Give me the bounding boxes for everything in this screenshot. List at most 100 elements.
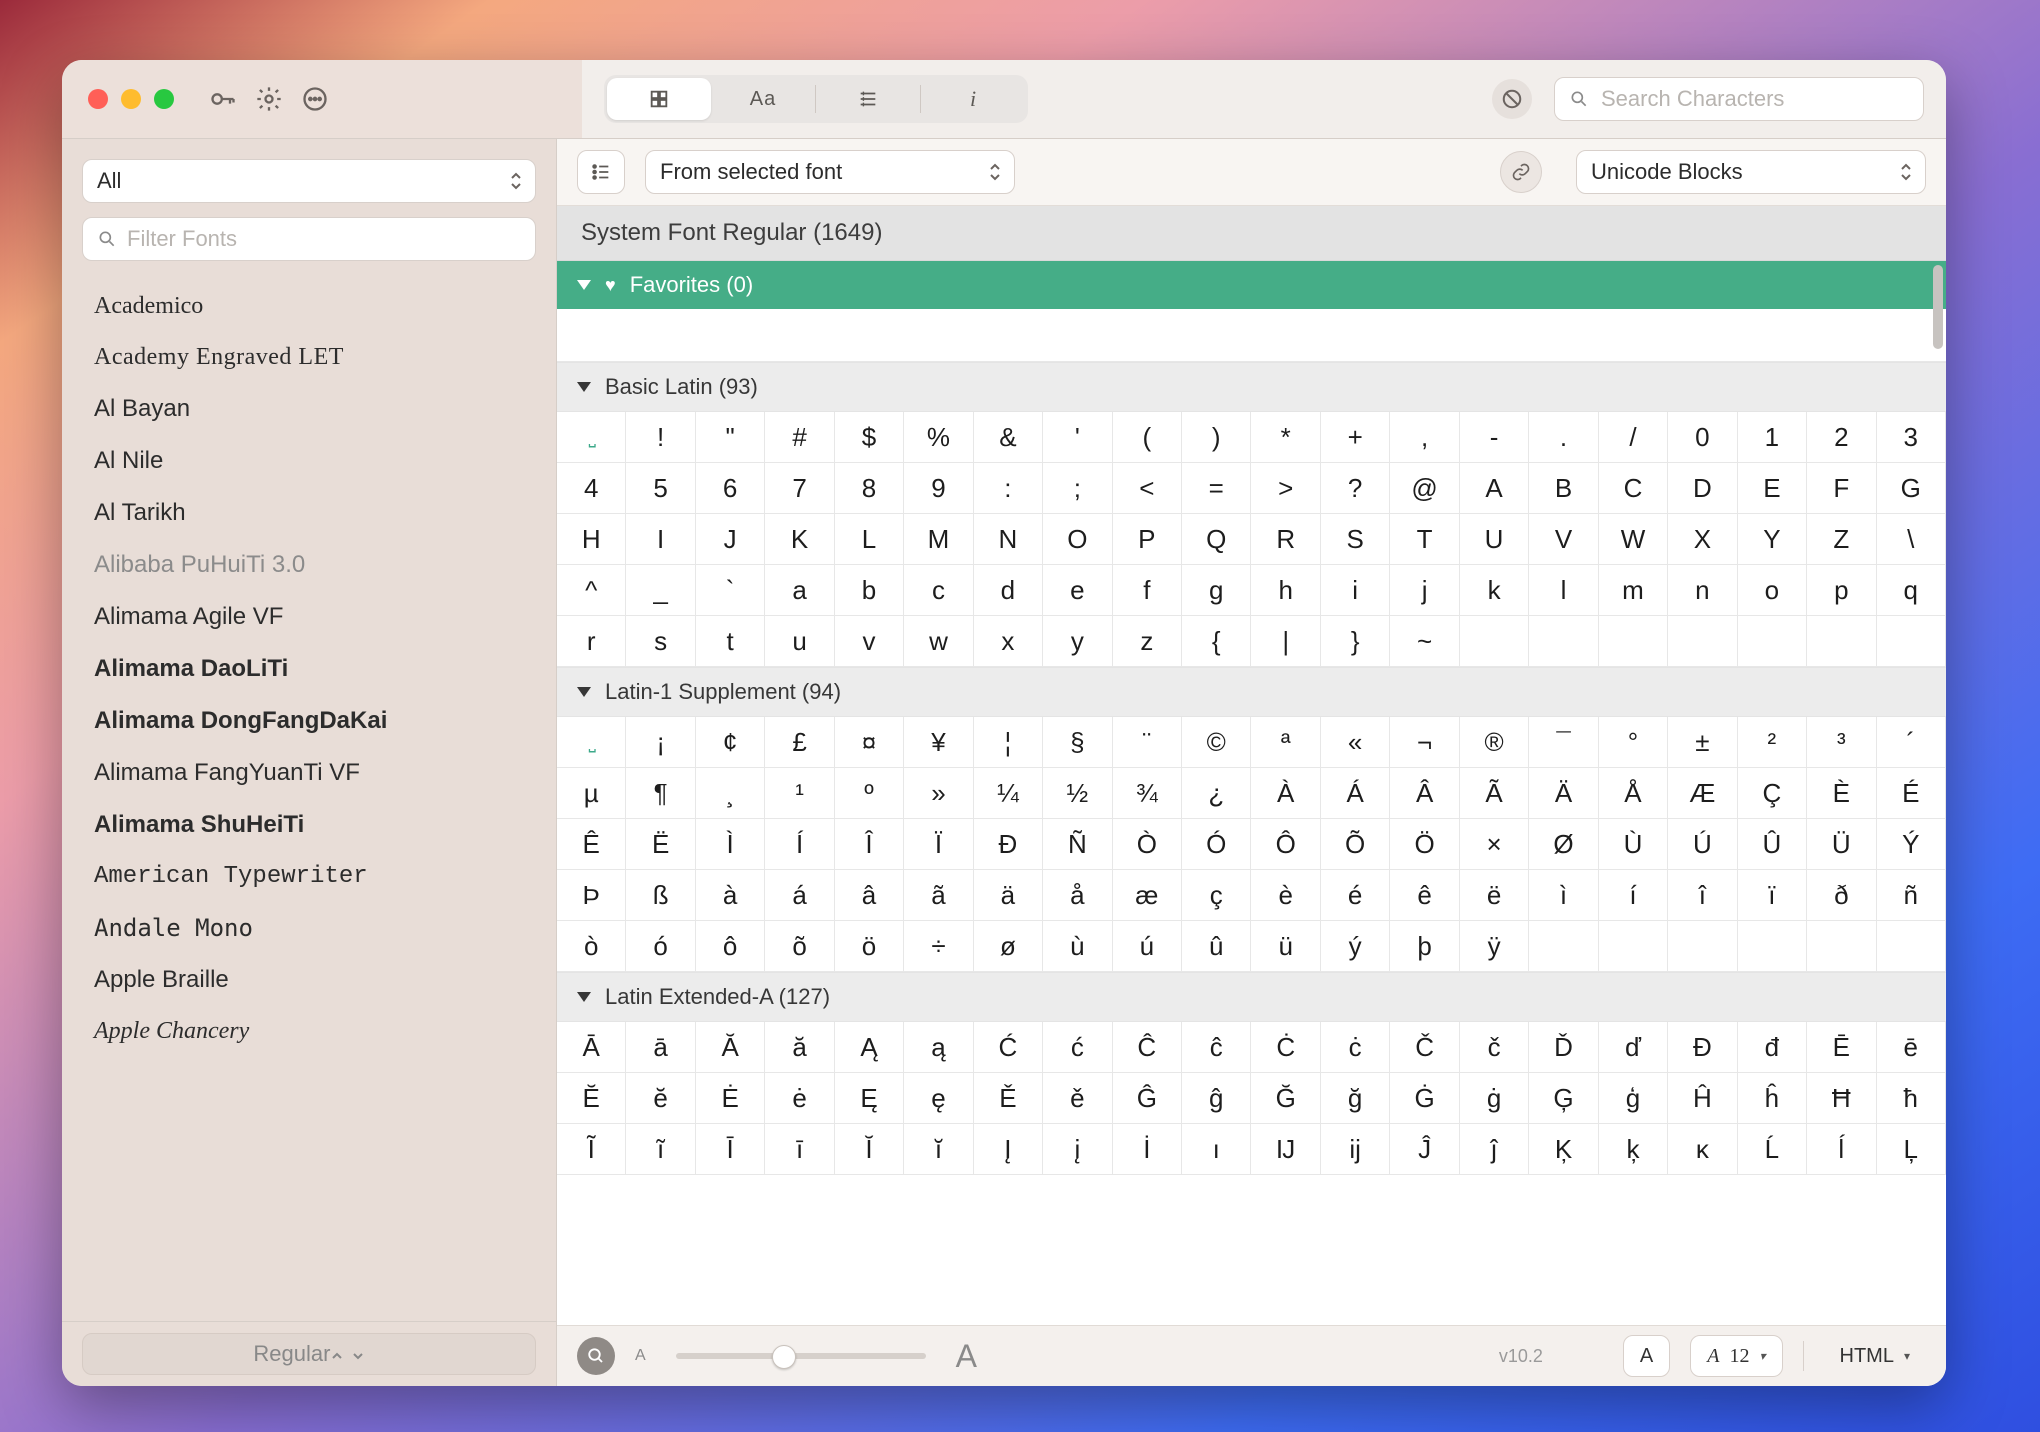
- char-cell[interactable]: ę: [904, 1073, 973, 1124]
- list-toggle-button[interactable]: [577, 150, 625, 194]
- char-cell[interactable]: Ķ: [1529, 1124, 1598, 1175]
- char-cell[interactable]: ã: [904, 870, 973, 921]
- char-cell[interactable]: ħ: [1877, 1073, 1946, 1124]
- char-cell[interactable]: Ļ: [1877, 1124, 1946, 1175]
- char-cell[interactable]: Ù: [1599, 819, 1668, 870]
- char-cell[interactable]: đ: [1738, 1022, 1807, 1073]
- char-cell[interactable]: w: [904, 616, 973, 667]
- char-cell[interactable]: Â: [1390, 768, 1459, 819]
- char-cell[interactable]: o: [1738, 565, 1807, 616]
- char-cell[interactable]: ç: [1182, 870, 1251, 921]
- char-cell[interactable]: Ĉ: [1113, 1022, 1182, 1073]
- char-cell[interactable]: Æ: [1668, 768, 1737, 819]
- font-list-item[interactable]: Alimama DaoLiTi: [68, 643, 556, 695]
- section-header-latin-ext-a[interactable]: Latin Extended-A (127): [557, 972, 1946, 1022]
- char-cell[interactable]: X: [1668, 514, 1737, 565]
- char-cell[interactable]: ï: [1738, 870, 1807, 921]
- minimize-window-button[interactable]: [121, 89, 141, 109]
- char-cell[interactable]: Ď: [1529, 1022, 1598, 1073]
- font-list-item[interactable]: Alimama ShuHeiTi: [68, 799, 556, 851]
- char-cell[interactable]: Ø: [1529, 819, 1598, 870]
- sample-view-button[interactable]: Aa: [711, 78, 815, 120]
- char-cell[interactable]: å: [1043, 870, 1112, 921]
- char-cell[interactable]: ă: [765, 1022, 834, 1073]
- char-cell[interactable]: Z: [1807, 514, 1876, 565]
- char-cell[interactable]: {: [1182, 616, 1251, 667]
- char-cell[interactable]: ¢: [696, 717, 765, 768]
- font-list-item[interactable]: Apple Chancery: [68, 1006, 556, 1057]
- char-cell[interactable]: k: [1460, 565, 1529, 616]
- character-scroll-area[interactable]: ♥ Favorites (0) Basic Latin (93) ⎵!"#$%&…: [557, 261, 1946, 1325]
- char-cell[interactable]: ²: [1738, 717, 1807, 768]
- char-cell[interactable]: ò: [557, 921, 626, 972]
- char-cell[interactable]: ¿: [1182, 768, 1251, 819]
- char-cell[interactable]: Ā: [557, 1022, 626, 1073]
- char-cell[interactable]: E: [1738, 463, 1807, 514]
- char-cell[interactable]: Ĺ: [1738, 1124, 1807, 1175]
- char-cell[interactable]: r: [557, 616, 626, 667]
- font-list-item[interactable]: Apple Braille: [68, 954, 556, 1006]
- char-cell[interactable]: }: [1321, 616, 1390, 667]
- char-cell[interactable]: Þ: [557, 870, 626, 921]
- key-icon[interactable]: [208, 84, 238, 114]
- char-cell[interactable]: Ì: [696, 819, 765, 870]
- zoom-reset-button[interactable]: [577, 1337, 615, 1375]
- char-cell[interactable]: Ö: [1390, 819, 1459, 870]
- font-list-item[interactable]: Al Nile: [68, 435, 556, 487]
- char-cell[interactable]: §: [1043, 717, 1112, 768]
- char-cell[interactable]: Ã: [1460, 768, 1529, 819]
- char-cell[interactable]: ×: [1460, 819, 1529, 870]
- char-cell[interactable]: Ç: [1738, 768, 1807, 819]
- filter-empty-icon[interactable]: [1492, 79, 1532, 119]
- char-cell[interactable]: b: [835, 565, 904, 616]
- char-cell[interactable]: 6: [696, 463, 765, 514]
- char-cell[interactable]: Đ: [1668, 1022, 1737, 1073]
- char-cell[interactable]: µ: [557, 768, 626, 819]
- char-cell[interactable]: s: [626, 616, 695, 667]
- filter-fonts-input[interactable]: [125, 225, 521, 253]
- char-cell[interactable]: Á: [1321, 768, 1390, 819]
- list-view-button[interactable]: [816, 78, 920, 120]
- char-cell[interactable]: d: [974, 565, 1043, 616]
- char-cell[interactable]: 8: [835, 463, 904, 514]
- char-cell[interactable]: Ĝ: [1113, 1073, 1182, 1124]
- char-cell[interactable]: ą: [904, 1022, 973, 1073]
- char-cell[interactable]: ": [696, 412, 765, 463]
- char-cell[interactable]: J: [696, 514, 765, 565]
- char-cell[interactable]: ü: [1251, 921, 1320, 972]
- char-cell[interactable]: <: [1113, 463, 1182, 514]
- char-cell[interactable]: n: [1668, 565, 1737, 616]
- char-cell[interactable]: g: [1182, 565, 1251, 616]
- char-cell[interactable]: m: [1599, 565, 1668, 616]
- char-cell[interactable]: Ĵ: [1390, 1124, 1459, 1175]
- char-cell[interactable]: ¾: [1113, 768, 1182, 819]
- char-cell[interactable]: +: [1321, 412, 1390, 463]
- char-cell[interactable]: F: [1807, 463, 1876, 514]
- char-cell[interactable]: :: [974, 463, 1043, 514]
- char-cell[interactable]: Ä: [1529, 768, 1598, 819]
- char-cell[interactable]: Ð: [974, 819, 1043, 870]
- current-char-button[interactable]: A: [1623, 1335, 1670, 1377]
- grouping-dropdown[interactable]: Unicode Blocks: [1576, 150, 1926, 194]
- more-icon[interactable]: [300, 84, 330, 114]
- char-cell[interactable]: e: [1043, 565, 1112, 616]
- char-cell[interactable]: Û: [1738, 819, 1807, 870]
- char-cell[interactable]: -: [1460, 412, 1529, 463]
- char-cell[interactable]: W: [1599, 514, 1668, 565]
- char-cell[interactable]: i: [1321, 565, 1390, 616]
- char-cell[interactable]: Ă: [696, 1022, 765, 1073]
- char-cell[interactable]: .: [1529, 412, 1598, 463]
- favorites-section-header[interactable]: ♥ Favorites (0): [557, 261, 1946, 309]
- char-cell[interactable]: ĺ: [1807, 1124, 1876, 1175]
- char-cell[interactable]: ð: [1807, 870, 1876, 921]
- char-cell[interactable]: ,: [1390, 412, 1459, 463]
- char-cell[interactable]: ¦: [974, 717, 1043, 768]
- char-cell[interactable]: Î: [835, 819, 904, 870]
- char-cell[interactable]: 0: [1668, 412, 1737, 463]
- char-cell[interactable]: Ĕ: [557, 1073, 626, 1124]
- char-cell[interactable]: ä: [974, 870, 1043, 921]
- char-cell[interactable]: ¶: [626, 768, 695, 819]
- char-cell[interactable]: Q: [1182, 514, 1251, 565]
- char-cell[interactable]: /: [1599, 412, 1668, 463]
- char-cell[interactable]: ó: [626, 921, 695, 972]
